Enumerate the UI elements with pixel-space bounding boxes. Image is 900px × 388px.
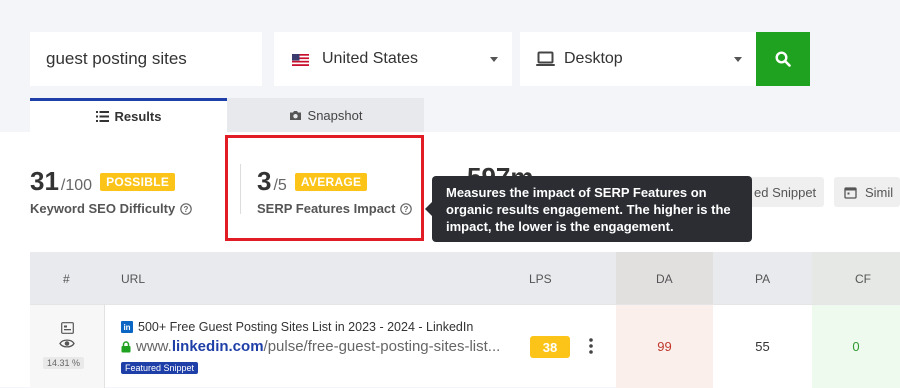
tooltip-text-1: Measures the <box>446 185 533 200</box>
results-table-header: # URL LPS DA PA CF <box>30 252 900 304</box>
cf-cell: 0 <box>812 305 900 388</box>
eye-icon[interactable] <box>59 338 75 349</box>
camera-icon <box>289 110 301 120</box>
help-icon[interactable]: ? <box>180 202 193 215</box>
kd-badge: POSSIBLE <box>100 173 176 191</box>
chevron-down-icon <box>734 57 742 62</box>
chevron-down-icon <box>490 57 498 62</box>
featured-snippet-filter[interactable]: ed Snippet <box>744 177 824 207</box>
device-select[interactable]: Desktop <box>520 32 756 86</box>
tooltip-text-3: organic results engagement. The higher i… <box>446 202 731 234</box>
calendar-icon <box>844 186 857 199</box>
keyword-difficulty-metric: 31/100 POSSIBLE Keyword SEO Difficulty ? <box>30 166 193 216</box>
svg-text:?: ? <box>184 205 189 214</box>
country-label: United States <box>322 50 419 67</box>
country-select[interactable]: United States <box>274 32 512 86</box>
result-url[interactable]: www. linkedin.com/pulse/free-guest-postin… <box>121 338 500 355</box>
url-domain: linkedin.com <box>171 338 264 355</box>
device-label: Desktop <box>564 50 623 67</box>
search-bar: United States Desktop <box>30 32 810 86</box>
row-serp-cell: 14.31 % <box>30 305 105 388</box>
desktop-icon <box>536 51 555 67</box>
similar-filter-label: Simil <box>865 184 894 200</box>
kd-max: /100 <box>60 177 93 194</box>
table-row: 14.31 % in 500+ Free Guest Posting Sites… <box>30 304 900 388</box>
more-options-icon[interactable] <box>586 336 596 356</box>
url-prefix: www. <box>136 338 172 355</box>
serp-impact-tooltip: Measures the impact of SERP Features on … <box>425 176 752 242</box>
kd-value: 31 <box>30 166 59 196</box>
similar-filter[interactable]: Simil <box>834 177 900 207</box>
col-number[interactable]: # <box>63 272 70 286</box>
linkedin-icon: in <box>121 321 133 333</box>
tooltip-text-2: on <box>687 185 707 200</box>
col-lps[interactable]: LPS <box>529 272 552 286</box>
results-panel: 31/100 POSSIBLE Keyword SEO Difficulty ? … <box>0 132 900 388</box>
da-cell: 99 <box>616 305 713 388</box>
kd-label: Keyword SEO Difficulty <box>30 201 176 216</box>
lock-icon <box>121 340 131 352</box>
highlight-frame <box>225 135 424 241</box>
col-url[interactable]: URL <box>121 272 145 286</box>
featured-snippet-badge: Featured Snippet <box>121 362 199 374</box>
view-tabs: Results Snapshot <box>30 98 424 132</box>
search-icon <box>775 51 791 67</box>
url-path: /pulse/free-guest-posting-sites-list... <box>263 338 501 355</box>
result-title[interactable]: in 500+ Free Guest Posting Sites List in… <box>121 320 473 334</box>
list-icon <box>95 111 109 122</box>
search-button[interactable] <box>756 32 810 86</box>
lps-badge: 38 <box>530 336 570 358</box>
keyword-input[interactable] <box>30 32 262 86</box>
tab-results-label: Results <box>114 109 162 124</box>
col-da[interactable]: DA <box>656 272 673 286</box>
featured-snippet-filter-label: ed Snippet <box>754 184 817 200</box>
ctr-badge: 14.31 % <box>43 357 85 369</box>
result-title-text: 500+ Free Guest Posting Sites List in 20… <box>138 320 474 334</box>
col-pa[interactable]: PA <box>755 272 770 286</box>
tab-snapshot[interactable]: Snapshot <box>227 98 424 132</box>
serp-preview-icon[interactable] <box>61 322 74 334</box>
us-flag-icon <box>292 53 309 66</box>
tab-results[interactable]: Results <box>30 98 227 132</box>
tooltip-text-emphasis: impact of SERP Features <box>532 185 688 200</box>
col-cf[interactable]: CF <box>855 272 871 286</box>
tab-snapshot-label: Snapshot <box>307 107 363 123</box>
pa-cell: 55 <box>713 305 812 388</box>
